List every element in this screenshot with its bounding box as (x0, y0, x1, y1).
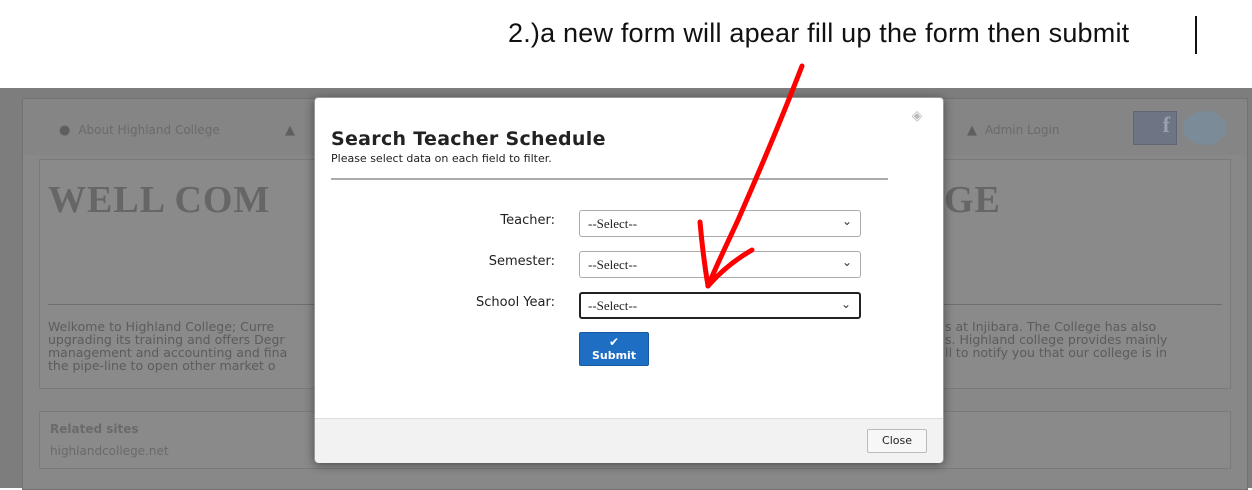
chevron-down-icon: ⌄ (840, 297, 851, 311)
welcome-heading-right: GE (944, 179, 1001, 221)
welcome-line: ll to notify you that our college is in (945, 345, 1168, 360)
modal-title: Search Teacher Schedule (331, 128, 606, 150)
semester-select[interactable]: --Select-- ⌄ (579, 251, 861, 278)
submit-label: Submit (591, 349, 637, 362)
text-caret (1195, 16, 1197, 54)
nav-item-about: ● About Highland College (59, 123, 220, 138)
school-year-select[interactable]: --Select-- ⌄ (579, 292, 861, 319)
upload-icon: ▲ (285, 123, 295, 138)
teacher-label: Teacher: (500, 213, 555, 228)
welcome-text-right: s at Injibara. The College has also s. H… (945, 320, 1167, 359)
help-icon[interactable]: ◈ (909, 108, 925, 124)
related-sites-title: Related sites (50, 422, 139, 436)
search-teacher-schedule-modal: ◈ Search Teacher Schedule Please select … (314, 97, 944, 463)
teacher-select-value: --Select-- (588, 216, 638, 231)
semester-select-value: --Select-- (588, 257, 638, 272)
related-sites-link: highlandcollege.net (50, 444, 169, 458)
nav-about-label: About Highland College (78, 123, 220, 137)
close-button[interactable]: Close (867, 429, 927, 453)
teacher-select[interactable]: --Select-- ⌄ (579, 210, 861, 237)
school-year-label: School Year: (476, 295, 555, 310)
info-icon: ● (59, 123, 71, 138)
welcome-line: the pipe-line to open other market o (48, 358, 276, 373)
checkmark-icon: ✔ (608, 335, 620, 349)
chevron-down-icon: ⌄ (841, 214, 852, 228)
instruction-caption: 2.)a new form will apear fill up the for… (508, 18, 1130, 48)
modal-subtitle: Please select data on each field to filt… (331, 152, 552, 165)
school-year-select-value: --Select-- (588, 298, 638, 313)
modal-divider (331, 178, 888, 180)
modal-footer: Close (315, 418, 943, 463)
chevron-down-icon: ⌄ (841, 255, 852, 269)
submit-button[interactable]: ✔ Submit (579, 332, 649, 366)
telegram-icon (1183, 111, 1227, 145)
user-icon: ▲ (967, 123, 977, 138)
nav-item-upload-icon: ▲ (285, 123, 303, 138)
welcome-heading-left: WELL COM (48, 179, 271, 221)
nav-item-admin-login: ▲ Admin Login (967, 123, 1059, 138)
welcome-text-left: Welkome to Highland College; Curre upgra… (48, 320, 287, 372)
nav-admin-label: Admin Login (985, 123, 1060, 137)
semester-label: Semester: (488, 254, 555, 269)
facebook-icon: f (1133, 111, 1177, 145)
